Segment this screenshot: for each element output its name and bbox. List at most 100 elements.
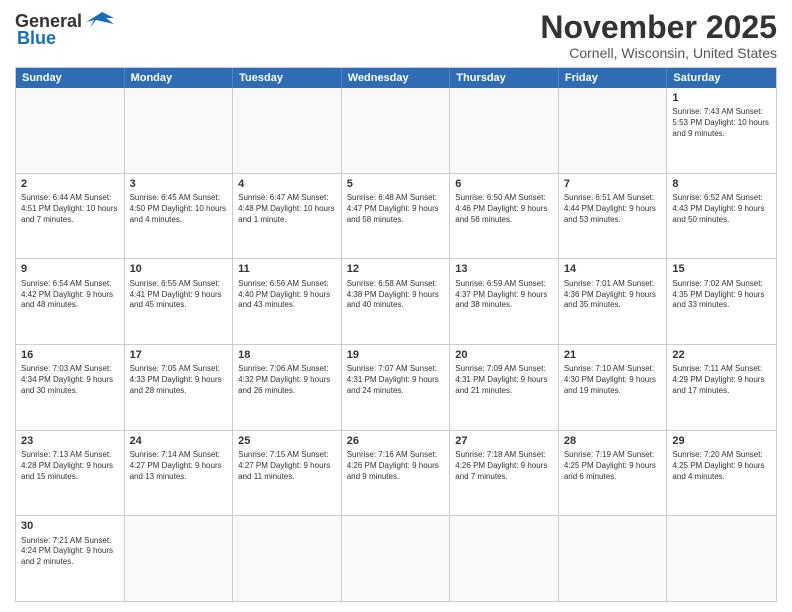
- cell-info-29: Sunrise: 7:20 AM Sunset: 4:25 PM Dayligh…: [672, 450, 771, 482]
- cal-cell-w4-d3: 26 Sunrise: 7:16 AM Sunset: 4:26 PM Dayli…: [342, 431, 451, 516]
- day-number-4: 4: [238, 177, 336, 191]
- cell-info-13: Sunrise: 6:59 AM Sunset: 4:37 PM Dayligh…: [455, 279, 553, 311]
- cell-info-7: Sunrise: 6:51 AM Sunset: 4:44 PM Dayligh…: [564, 193, 662, 225]
- cal-cell-w5-d3: [342, 516, 451, 601]
- page: General Blue November 2025 Cornell, Wisc…: [0, 0, 792, 612]
- cal-cell-w5-d5: [559, 516, 668, 601]
- day-number-19: 19: [347, 348, 445, 362]
- day-number-25: 25: [238, 434, 336, 448]
- header-friday: Friday: [559, 68, 668, 88]
- cal-cell-w2-d1: 10 Sunrise: 6:55 AM Sunset: 4:41 PM Dayli…: [125, 259, 234, 344]
- cal-cell-w0-d5: [559, 88, 668, 173]
- cal-cell-w5-d1: [125, 516, 234, 601]
- cell-info-11: Sunrise: 6:56 AM Sunset: 4:40 PM Dayligh…: [238, 279, 336, 311]
- day-number-8: 8: [672, 177, 771, 191]
- cal-cell-w1-d3: 5 Sunrise: 6:48 AM Sunset: 4:47 PM Daylig…: [342, 174, 451, 259]
- cal-cell-w4-d1: 24 Sunrise: 7:14 AM Sunset: 4:27 PM Dayli…: [125, 431, 234, 516]
- cell-info-8: Sunrise: 6:52 AM Sunset: 4:43 PM Dayligh…: [672, 193, 771, 225]
- cell-info-27: Sunrise: 7:18 AM Sunset: 4:26 PM Dayligh…: [455, 450, 553, 482]
- cal-cell-w4-d2: 25 Sunrise: 7:15 AM Sunset: 4:27 PM Dayli…: [233, 431, 342, 516]
- cal-cell-w1-d5: 7 Sunrise: 6:51 AM Sunset: 4:44 PM Daylig…: [559, 174, 668, 259]
- day-number-18: 18: [238, 348, 336, 362]
- cal-cell-w0-d6: 1Sunrise: 7:43 AM Sunset: 5:53 PM Daylig…: [667, 88, 776, 173]
- cal-cell-w3-d4: 20Sunrise: 7:09 AM Sunset: 4:31 PM Dayli…: [450, 345, 559, 430]
- cal-cell-w3-d0: 16Sunrise: 7:03 AM Sunset: 4:34 PM Dayli…: [16, 345, 125, 430]
- cal-cell-w5-d4: [450, 516, 559, 601]
- cell-info-4: Sunrise: 6:47 AM Sunset: 4:48 PM Dayligh…: [238, 193, 336, 225]
- logo-blue-text: Blue: [17, 28, 56, 49]
- cal-cell-w1-d6: 8 Sunrise: 6:52 AM Sunset: 4:43 PM Daylig…: [667, 174, 776, 259]
- day-number-15: 15: [672, 262, 771, 276]
- header-sunday: Sunday: [16, 68, 125, 88]
- cell-info-16: Sunrise: 7:03 AM Sunset: 4:34 PM Dayligh…: [21, 364, 119, 396]
- cell-info-2: Sunrise: 6:44 AM Sunset: 4:51 PM Dayligh…: [21, 193, 119, 225]
- day-number-2: 2: [21, 177, 119, 191]
- cal-cell-w2-d4: 13Sunrise: 6:59 AM Sunset: 4:37 PM Dayli…: [450, 259, 559, 344]
- cell-info-10: Sunrise: 6:55 AM Sunset: 4:41 PM Dayligh…: [130, 279, 228, 311]
- cal-week-2: 9Sunrise: 6:54 AM Sunset: 4:42 PM Daylig…: [16, 258, 776, 344]
- day-number-10: 10: [130, 262, 228, 276]
- day-number-26: 26: [347, 434, 445, 448]
- cell-info-1: Sunrise: 7:43 AM Sunset: 5:53 PM Dayligh…: [672, 107, 771, 139]
- header-tuesday: Tuesday: [233, 68, 342, 88]
- header-thursday: Thursday: [450, 68, 559, 88]
- cell-info-24: Sunrise: 7:14 AM Sunset: 4:27 PM Dayligh…: [130, 450, 228, 482]
- cell-info-14: Sunrise: 7:01 AM Sunset: 4:36 PM Dayligh…: [564, 279, 662, 311]
- cell-info-19: Sunrise: 7:07 AM Sunset: 4:31 PM Dayligh…: [347, 364, 445, 396]
- cell-info-22: Sunrise: 7:11 AM Sunset: 4:29 PM Dayligh…: [672, 364, 771, 396]
- calendar-body: 1Sunrise: 7:43 AM Sunset: 5:53 PM Daylig…: [16, 88, 776, 601]
- cal-week-5: 30 Sunrise: 7:21 AM Sunset: 4:24 PM Dayli…: [16, 515, 776, 601]
- header-saturday: Saturday: [667, 68, 776, 88]
- calendar-title: November 2025: [540, 10, 777, 45]
- cal-cell-w2-d0: 9Sunrise: 6:54 AM Sunset: 4:42 PM Daylig…: [16, 259, 125, 344]
- day-number-6: 6: [455, 177, 553, 191]
- cal-week-3: 16Sunrise: 7:03 AM Sunset: 4:34 PM Dayli…: [16, 344, 776, 430]
- cal-cell-w2-d3: 12Sunrise: 6:58 AM Sunset: 4:38 PM Dayli…: [342, 259, 451, 344]
- cal-cell-w5-d6: [667, 516, 776, 601]
- cal-cell-w0-d4: [450, 88, 559, 173]
- cell-info-18: Sunrise: 7:06 AM Sunset: 4:32 PM Dayligh…: [238, 364, 336, 396]
- day-number-11: 11: [238, 262, 336, 276]
- day-number-24: 24: [130, 434, 228, 448]
- logo: General Blue: [15, 10, 118, 49]
- day-number-14: 14: [564, 262, 662, 276]
- cal-cell-w0-d0: [16, 88, 125, 173]
- day-number-7: 7: [564, 177, 662, 191]
- cal-cell-w4-d0: 23Sunrise: 7:13 AM Sunset: 4:28 PM Dayli…: [16, 431, 125, 516]
- cell-info-9: Sunrise: 6:54 AM Sunset: 4:42 PM Dayligh…: [21, 279, 119, 311]
- header-wednesday: Wednesday: [342, 68, 451, 88]
- header: General Blue November 2025 Cornell, Wisc…: [15, 10, 777, 61]
- day-number-22: 22: [672, 348, 771, 362]
- cal-cell-w5-d2: [233, 516, 342, 601]
- cell-info-5: Sunrise: 6:48 AM Sunset: 4:47 PM Dayligh…: [347, 193, 445, 225]
- cal-cell-w0-d1: [125, 88, 234, 173]
- cal-cell-w0-d2: [233, 88, 342, 173]
- header-monday: Monday: [125, 68, 234, 88]
- cell-info-28: Sunrise: 7:19 AM Sunset: 4:25 PM Dayligh…: [564, 450, 662, 482]
- cal-cell-w3-d5: 21 Sunrise: 7:10 AM Sunset: 4:30 PM Dayli…: [559, 345, 668, 430]
- cal-cell-w3-d3: 19 Sunrise: 7:07 AM Sunset: 4:31 PM Dayli…: [342, 345, 451, 430]
- cal-cell-w2-d5: 14 Sunrise: 7:01 AM Sunset: 4:36 PM Dayli…: [559, 259, 668, 344]
- day-number-29: 29: [672, 434, 771, 448]
- cell-info-21: Sunrise: 7:10 AM Sunset: 4:30 PM Dayligh…: [564, 364, 662, 396]
- cal-cell-w1-d4: 6 Sunrise: 6:50 AM Sunset: 4:46 PM Daylig…: [450, 174, 559, 259]
- cal-cell-w5-d0: 30 Sunrise: 7:21 AM Sunset: 4:24 PM Dayli…: [16, 516, 125, 601]
- cell-info-6: Sunrise: 6:50 AM Sunset: 4:46 PM Dayligh…: [455, 193, 553, 225]
- title-block: November 2025 Cornell, Wisconsin, United…: [540, 10, 777, 61]
- cell-info-26: Sunrise: 7:16 AM Sunset: 4:26 PM Dayligh…: [347, 450, 445, 482]
- cal-cell-w1-d2: 4 Sunrise: 6:47 AM Sunset: 4:48 PM Daylig…: [233, 174, 342, 259]
- cal-week-4: 23Sunrise: 7:13 AM Sunset: 4:28 PM Dayli…: [16, 430, 776, 516]
- cell-info-12: Sunrise: 6:58 AM Sunset: 4:38 PM Dayligh…: [347, 279, 445, 311]
- cell-info-30: Sunrise: 7:21 AM Sunset: 4:24 PM Dayligh…: [21, 536, 119, 568]
- cell-info-23: Sunrise: 7:13 AM Sunset: 4:28 PM Dayligh…: [21, 450, 119, 482]
- cell-info-17: Sunrise: 7:05 AM Sunset: 4:33 PM Dayligh…: [130, 364, 228, 396]
- cal-cell-w4-d6: 29 Sunrise: 7:20 AM Sunset: 4:25 PM Dayli…: [667, 431, 776, 516]
- cal-week-0: 1Sunrise: 7:43 AM Sunset: 5:53 PM Daylig…: [16, 88, 776, 173]
- day-number-20: 20: [455, 348, 553, 362]
- cell-info-25: Sunrise: 7:15 AM Sunset: 4:27 PM Dayligh…: [238, 450, 336, 482]
- day-number-27: 27: [455, 434, 553, 448]
- day-number-30: 30: [21, 519, 119, 533]
- day-number-21: 21: [564, 348, 662, 362]
- day-number-5: 5: [347, 177, 445, 191]
- day-number-3: 3: [130, 177, 228, 191]
